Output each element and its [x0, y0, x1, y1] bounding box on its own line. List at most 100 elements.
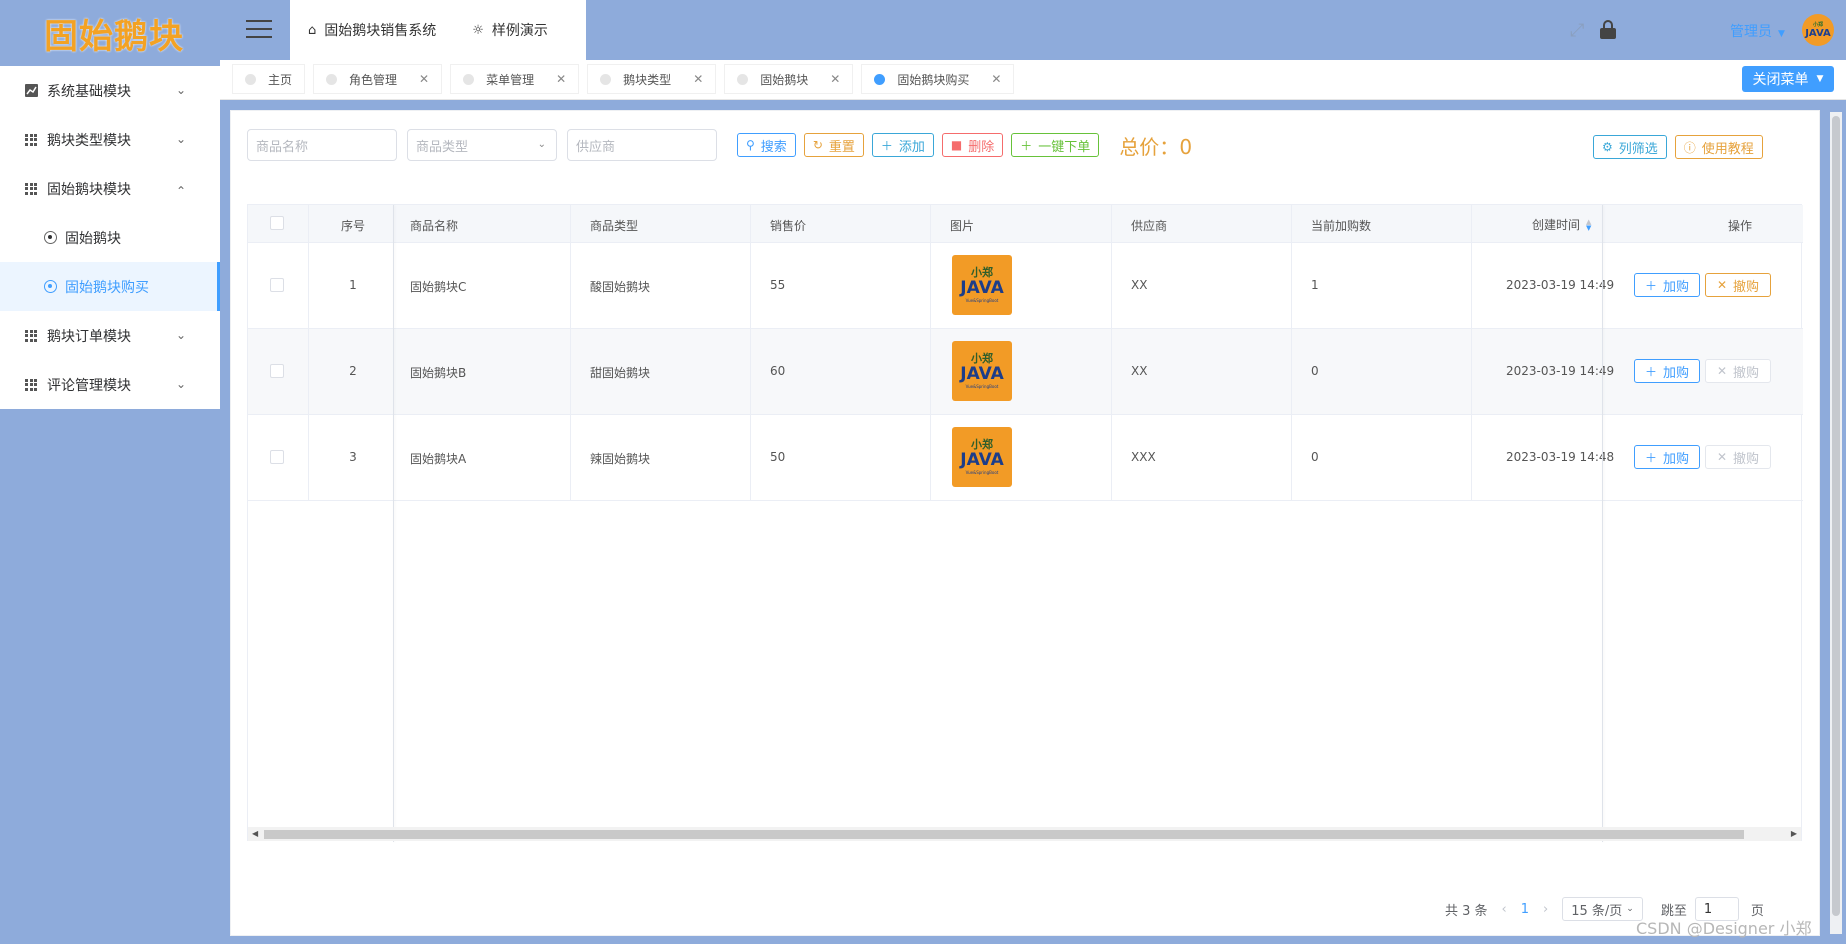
table-row: 1 固始鹅块C 酸固始鹅块 55 小郑 JAVA Vue&SpringBoot … [248, 243, 1803, 329]
hamburger-menu-icon[interactable] [246, 20, 272, 40]
row-checkbox[interactable] [270, 278, 284, 292]
cancel-cart-button[interactable]: ✕ 撤购 [1705, 273, 1771, 297]
col-created[interactable]: 创建时间 ▲ ▼ [1532, 216, 1591, 233]
close-icon[interactable]: ✕ [991, 72, 1001, 86]
sidebar-item-label: 评论管理模块 [47, 377, 131, 394]
col-actions: 操作 [1727, 219, 1752, 233]
delete-button[interactable]: ■ 删除 [941, 133, 1004, 157]
sort-icon[interactable]: ▲ ▼ [1586, 218, 1591, 231]
search-button[interactable]: ⚲ 搜索 [737, 133, 796, 157]
cell-count: 0 [1311, 364, 1319, 378]
cell-created: 2023-03-19 14:49 [1506, 364, 1615, 378]
column-filter-button[interactable]: ⚙ 列筛选 [1593, 135, 1667, 159]
col-index: 序号 [340, 219, 365, 233]
grid-icon [24, 133, 38, 147]
image-text: JAVA [960, 363, 1004, 384]
button-label: 搜索 [760, 139, 787, 155]
grid-icon [24, 329, 38, 343]
page-size-select[interactable]: 15 条/页 ⌄ [1562, 897, 1643, 921]
sidebar-item-comments[interactable]: 评论管理模块 ⌄ [0, 360, 220, 409]
tag-home[interactable]: 主页 [232, 64, 306, 94]
product-name-input[interactable]: 商品名称 [247, 129, 397, 161]
sidebar-item-goose[interactable]: 固始鹅块模块 ⌃ [0, 164, 220, 213]
reset-button[interactable]: ↻ 重置 [803, 133, 864, 157]
scrollbar-thumb[interactable] [1832, 116, 1840, 916]
next-page-icon[interactable]: › [1543, 902, 1548, 917]
main-panel: 商品名称 商品类型 ⌄ 供应商 ⚲ 搜索 ↻ 重置 ＋ 添加 ■ 删除 ＋ 一键下单 总价… [230, 110, 1820, 936]
sidebar-subitem-goose[interactable]: 固始鹅块 [0, 213, 220, 262]
plus-icon: ＋ [1644, 278, 1657, 293]
total-count: 共 3 条 [1445, 903, 1488, 919]
close-menu-button[interactable]: 关闭菜单 ▼ [1742, 66, 1834, 92]
fullscreen-icon[interactable]: ⤢ [1570, 20, 1590, 41]
tag-list: 主页 角色管理 ✕ 菜单管理 ✕ 鹅块类型 ✕ 固始鹅块 ✕ 固始鹅块购买 ✕ [232, 64, 1022, 94]
cell-price: 55 [770, 278, 786, 292]
row-checkbox[interactable] [270, 364, 284, 378]
tag-menus[interactable]: 菜单管理 ✕ [450, 64, 580, 94]
one-click-order-button[interactable]: ＋ 一键下单 [1011, 133, 1100, 157]
product-type-select[interactable]: 商品类型 ⌄ [407, 129, 557, 161]
tag-goose-types[interactable]: 鹅块类型 ✕ [587, 64, 717, 94]
scrollbar-thumb[interactable] [264, 830, 1744, 839]
add-cart-button[interactable]: ＋ 加购 [1634, 445, 1700, 469]
tag-roles[interactable]: 角色管理 ✕ [313, 64, 443, 94]
sidebar-item-system[interactable]: 系统基础模块 ⌄ [0, 66, 220, 115]
vertical-scrollbar[interactable] [1830, 112, 1842, 934]
col-image: 图片 [950, 219, 975, 233]
cancel-cart-button: ✕ 撤购 [1705, 359, 1771, 383]
add-cart-button[interactable]: ＋ 加购 [1634, 273, 1700, 297]
close-icon: ✕ [1716, 450, 1728, 464]
select-all-checkbox[interactable] [270, 216, 284, 230]
close-icon[interactable]: ✕ [419, 72, 429, 86]
sidebar-subitem-label: 固始鹅块购买 [65, 279, 149, 296]
sidebar-item-orders[interactable]: 鹅块订单模块 ⌄ [0, 311, 220, 360]
image-text: 小郑 [971, 351, 993, 365]
col-created-label: 创建时间 [1532, 218, 1581, 232]
placeholder: 商品类型 [416, 139, 469, 155]
cell-created: 2023-03-19 14:49 [1506, 278, 1615, 292]
button-label: 加购 [1663, 451, 1690, 467]
close-icon[interactable]: ✕ [556, 72, 566, 86]
sidebar-subitem-goose-purchase[interactable]: 固始鹅块购买 [0, 262, 220, 311]
tab-demo[interactable]: ☼ 样例演示 [454, 0, 566, 60]
page-number[interactable]: 1 [1521, 902, 1529, 917]
tag-goose-purchase[interactable]: 固始鹅块购买 ✕ [861, 64, 1015, 94]
avatar[interactable]: 小郑 JAVA [1802, 14, 1834, 46]
cell-index: 1 [349, 278, 357, 292]
column-divider [570, 205, 571, 500]
scroll-right-icon[interactable]: ▶ [1791, 829, 1797, 838]
refresh-icon: ↻ [812, 138, 823, 152]
horizontal-scrollbar[interactable]: ◀ ▶ [248, 827, 1801, 841]
product-image[interactable]: 小郑 JAVA Vue&SpringBoot [952, 427, 1012, 487]
close-icon[interactable]: ✕ [693, 72, 703, 86]
scroll-left-icon[interactable]: ◀ [252, 829, 258, 838]
top-header: ⌂ 固始鹅块销售系统 ☼ 样例演示 ⤢ 管理员 ▼ 小郑 JAVA [220, 0, 1846, 60]
cell-supplier: XX [1131, 364, 1148, 378]
image-text: JAVA [960, 277, 1004, 298]
user-menu[interactable]: 管理员 ▼ [1730, 21, 1785, 41]
product-image[interactable]: 小郑 JAVA Vue&SpringBoot [952, 255, 1012, 315]
fixed-column-divider [1602, 205, 1603, 842]
chevron-down-icon: ⌄ [175, 83, 186, 97]
close-icon[interactable]: ✕ [830, 72, 840, 86]
tab-sales-system[interactable]: ⌂ 固始鹅块销售系统 [290, 0, 454, 60]
supplier-input[interactable]: 供应商 [567, 129, 717, 161]
prev-page-icon[interactable]: ‹ [1502, 902, 1507, 917]
target-icon [44, 231, 57, 244]
plus-icon: ＋ [1644, 364, 1657, 379]
add-button[interactable]: ＋ 添加 [871, 133, 934, 157]
target-icon [44, 280, 57, 293]
product-image[interactable]: 小郑 JAVA Vue&SpringBoot [952, 341, 1012, 401]
sidebar-item-type[interactable]: 鹅块类型模块 ⌄ [0, 115, 220, 164]
col-type: 商品类型 [590, 219, 639, 233]
button-label: 使用教程 [1701, 141, 1754, 157]
tag-label: 固始鹅块 [760, 72, 809, 87]
button-label: 重置 [828, 139, 855, 155]
row-checkbox[interactable] [270, 450, 284, 464]
lock-icon[interactable] [1600, 20, 1616, 39]
sidebar-subitem-label: 固始鹅块 [65, 230, 121, 247]
add-cart-button[interactable]: ＋ 加购 [1634, 359, 1700, 383]
tutorial-button[interactable]: ⓘ 使用教程 [1674, 135, 1763, 159]
cell-name: 固始鹅块B [410, 366, 467, 380]
tag-goose[interactable]: 固始鹅块 ✕ [724, 64, 854, 94]
